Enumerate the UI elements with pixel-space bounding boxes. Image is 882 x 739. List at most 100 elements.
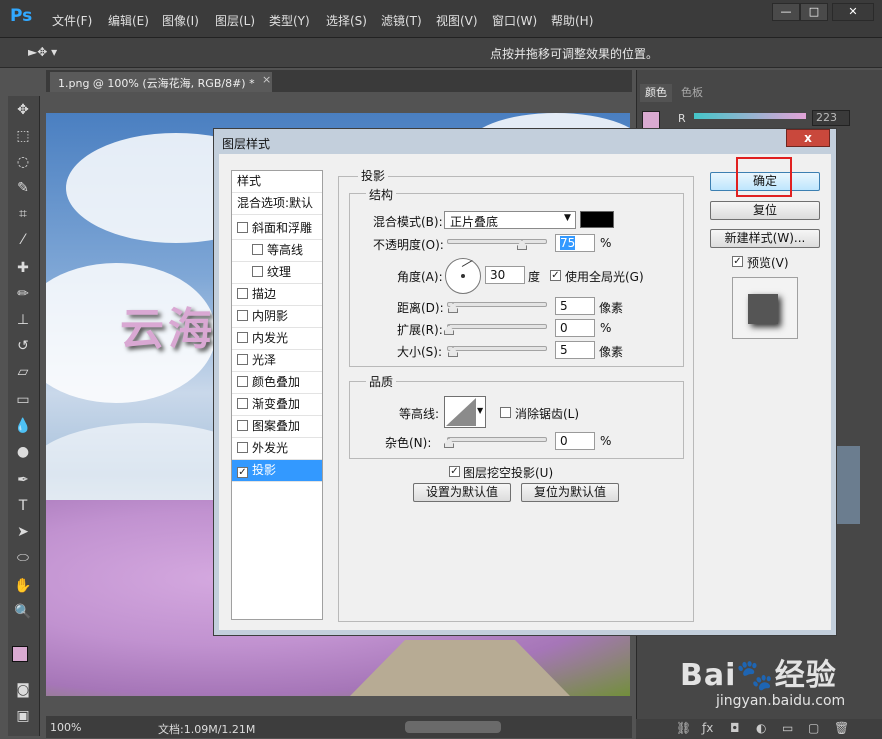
r-channel-value[interactable]: 223 [812, 110, 850, 126]
quick-mask-icon[interactable]: ◙ [12, 680, 34, 700]
stamp-tool-icon[interactable]: ⊥ [12, 310, 34, 330]
new-style-button[interactable]: 新建样式(W)... [710, 229, 820, 248]
mask-icon[interactable]: ◘ [730, 721, 740, 735]
style-item[interactable]: 纹理 [232, 262, 322, 284]
size-input[interactable]: 5 [555, 341, 595, 359]
menu-layer[interactable]: 图层(L) [215, 12, 255, 29]
tab-color[interactable]: 颜色 [640, 84, 672, 102]
minimize-button[interactable]: — [772, 3, 800, 21]
menu-file[interactable]: 文件(F) [52, 12, 92, 29]
marquee-tool-icon[interactable]: ⬚ [12, 126, 34, 146]
style-item-checkbox[interactable]: ✓ [237, 467, 248, 478]
dialog-close-button[interactable]: x [786, 129, 830, 147]
noise-input[interactable]: 0 [555, 432, 595, 450]
hand-tool-icon[interactable]: ✋ [12, 576, 34, 596]
r-channel-slider[interactable] [694, 113, 806, 119]
dodge-tool-icon[interactable]: ● [12, 442, 34, 462]
eyedropper-icon[interactable]: ⁄ [12, 230, 34, 250]
history-brush-icon[interactable]: ↺ [12, 336, 34, 356]
maximize-button[interactable]: □ [800, 3, 828, 21]
style-item-checkbox[interactable] [252, 266, 263, 277]
style-item-checkbox[interactable] [252, 244, 263, 255]
style-item[interactable]: 斜面和浮雕 [232, 218, 322, 240]
style-item[interactable]: 颜色叠加 [232, 372, 322, 394]
path-select-icon[interactable]: ➤ [12, 522, 34, 542]
menu-window[interactable]: 窗口(W) [492, 12, 537, 29]
styles-header[interactable]: 样式 [232, 171, 322, 193]
make-default-button[interactable]: 设置为默认值 [413, 483, 511, 502]
angle-input[interactable]: 30 [485, 266, 525, 284]
tab-swatches[interactable]: 色板 [676, 84, 708, 102]
antialias-checkbox[interactable] [500, 407, 511, 418]
status-zoom[interactable]: 100% [50, 721, 81, 734]
type-tool-icon[interactable]: T [12, 496, 34, 516]
folder-icon[interactable]: ▭ [782, 721, 793, 735]
shadow-color-swatch[interactable] [580, 211, 614, 228]
healing-brush-icon[interactable]: ✚ [12, 258, 34, 278]
style-item[interactable]: 渐变叠加 [232, 394, 322, 416]
menu-type[interactable]: 类型(Y) [269, 12, 310, 29]
window-close-button[interactable]: ✕ [832, 3, 874, 21]
style-item[interactable]: ✓ 投影 [232, 460, 322, 482]
link-icon[interactable]: ⛓ [676, 721, 691, 735]
ellipse-tool-icon[interactable]: ⬭ [12, 548, 34, 568]
style-item-checkbox[interactable] [237, 332, 248, 343]
menu-select[interactable]: 选择(S) [326, 12, 367, 29]
style-item[interactable]: 图案叠加 [232, 416, 322, 438]
menu-help[interactable]: 帮助(H) [551, 12, 593, 29]
preview-checkbox[interactable]: ✓ [732, 256, 743, 267]
panel-foreground-swatch[interactable] [642, 111, 660, 129]
screen-mode-icon[interactable]: ▣ [12, 706, 34, 726]
global-light-checkbox[interactable]: ✓ [550, 270, 561, 281]
style-item-checkbox[interactable] [237, 398, 248, 409]
zoom-tool-icon[interactable]: 🔍 [12, 602, 34, 622]
reset-button[interactable]: 复位 [710, 201, 820, 220]
blending-options-item[interactable]: 混合选项:默认 [232, 193, 322, 215]
noise-slider[interactable] [447, 437, 547, 442]
gradient-tool-icon[interactable]: ▭ [12, 390, 34, 410]
style-item-checkbox[interactable] [237, 376, 248, 387]
chevron-down-icon[interactable]: ▼ [477, 406, 483, 415]
move-arrow-icon[interactable]: ►✥ ▾ [28, 45, 57, 59]
blend-mode-select[interactable]: 正片叠底 [444, 211, 576, 229]
style-item[interactable]: 等高线 [232, 240, 322, 262]
blur-tool-icon[interactable]: 💧 [12, 416, 34, 436]
pen-tool-icon[interactable]: ✒ [12, 470, 34, 490]
opacity-slider[interactable] [447, 239, 547, 244]
lasso-tool-icon[interactable]: ◌ [12, 152, 34, 172]
menu-filter[interactable]: 滤镜(T) [381, 12, 422, 29]
new-layer-icon[interactable]: ▢ [808, 721, 819, 735]
style-item[interactable]: 内发光 [232, 328, 322, 350]
style-item-checkbox[interactable] [237, 288, 248, 299]
opacity-input[interactable]: 75 [555, 234, 595, 252]
adjustment-icon[interactable]: ◐ [756, 721, 766, 735]
menu-edit[interactable]: 编辑(E) [108, 12, 149, 29]
size-slider[interactable] [447, 346, 547, 351]
document-tab[interactable]: 1.png @ 100% (云海花海, RGB/8#) * [50, 72, 272, 92]
eraser-icon[interactable]: ▱ [12, 362, 34, 382]
foreground-color-swatch[interactable] [12, 646, 28, 662]
chevron-down-icon[interactable]: ▼ [564, 213, 571, 223]
reset-default-button[interactable]: 复位为默认值 [521, 483, 619, 502]
tab-close-icon[interactable]: × [262, 73, 271, 86]
fx-icon[interactable]: ƒx [702, 721, 713, 735]
knockout-checkbox[interactable]: ✓ [449, 466, 460, 477]
style-item-checkbox[interactable] [237, 354, 248, 365]
menu-view[interactable]: 视图(V) [436, 12, 478, 29]
trash-icon[interactable]: 🗑 [834, 721, 849, 735]
menu-image[interactable]: 图像(I) [162, 12, 199, 29]
style-item-checkbox[interactable] [237, 310, 248, 321]
brush-tool-icon[interactable]: ✏ [12, 284, 34, 304]
style-item-checkbox[interactable] [237, 442, 248, 453]
style-item[interactable]: 内阴影 [232, 306, 322, 328]
style-item[interactable]: 外发光 [232, 438, 322, 460]
spread-input[interactable]: 0 [555, 319, 595, 337]
horizontal-scrollbar[interactable] [405, 721, 501, 733]
crop-tool-icon[interactable]: ⌗ [12, 204, 34, 224]
style-item[interactable]: 描边 [232, 284, 322, 306]
move-tool-icon[interactable]: ✥ [12, 100, 34, 120]
style-item-checkbox[interactable] [237, 420, 248, 431]
style-item-checkbox[interactable] [237, 222, 248, 233]
distance-input[interactable]: 5 [555, 297, 595, 315]
style-item[interactable]: 光泽 [232, 350, 322, 372]
